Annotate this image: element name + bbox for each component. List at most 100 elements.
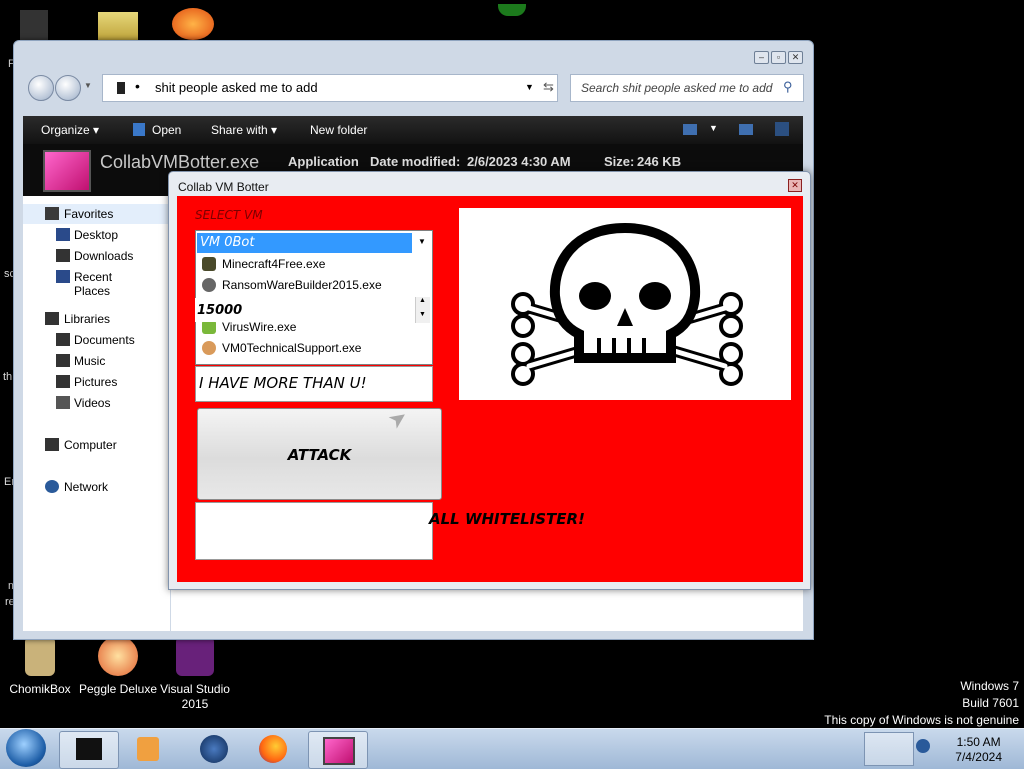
- explorer-icon: [76, 738, 102, 760]
- share-with-menu[interactable]: Share with ▾: [211, 123, 277, 137]
- desktop-icon-label: ChomikBox: [9, 682, 71, 696]
- change-view-icon[interactable]: [683, 124, 697, 135]
- skull-crossbones-image: [459, 208, 791, 400]
- details-type: Application: [288, 154, 359, 169]
- refresh-icon[interactable]: ⇆: [543, 79, 554, 95]
- media-player-icon: [137, 737, 159, 761]
- folder-icon: [117, 82, 125, 94]
- desktop-icon-chomikbox[interactable]: ChomikBox: [0, 636, 80, 697]
- vm-dropdown-arrow-icon[interactable]: ▼: [418, 237, 426, 246]
- tray-app-icon[interactable]: [864, 732, 914, 766]
- details-filename: CollabVMBotter.exe: [100, 152, 260, 172]
- whitelister-field[interactable]: [195, 502, 433, 560]
- list-scrollbar[interactable]: ▲ ▼: [415, 297, 430, 323]
- clock-date: 7/4/2024: [955, 750, 1002, 764]
- scroll-down-icon[interactable]: ▼: [419, 311, 426, 318]
- open-icon: [133, 123, 145, 136]
- visual-studio-icon: [176, 636, 214, 676]
- open-button[interactable]: Open: [152, 123, 181, 137]
- search-placeholder: Search shit people asked me to add: [581, 81, 773, 95]
- scroll-up-icon[interactable]: ▲: [419, 297, 426, 304]
- globe-icon: [200, 735, 228, 763]
- pictures-icon: [56, 375, 70, 388]
- address-bar[interactable]: • shit people asked me to add ▼ ⇆: [102, 74, 558, 102]
- maximize-button[interactable]: ▫: [771, 51, 786, 64]
- select-vm-label: SELECT VM: [195, 208, 263, 222]
- desktop-top-icon-3[interactable]: [172, 8, 214, 40]
- breadcrumb-separator-icon: •: [135, 78, 140, 94]
- network-icon: [45, 480, 59, 493]
- desktop-icon: [56, 228, 70, 241]
- downloads-icon: [56, 249, 70, 262]
- taskbar-firefox-button[interactable]: [245, 731, 303, 767]
- start-button[interactable]: [6, 729, 46, 767]
- desktop-icon-label: Visual Studio 2015: [160, 682, 230, 711]
- taskbar-collabvmbotter-button[interactable]: [308, 731, 368, 769]
- address-path: shit people asked me to add: [155, 80, 318, 95]
- address-dropdown-icon[interactable]: ▼: [525, 82, 534, 92]
- windows-watermark: Windows 7 Build 7601 This copy of Window…: [824, 678, 1019, 729]
- minecraft-icon: [202, 257, 216, 271]
- message-field[interactable]: I HAVE MORE THAN U!: [195, 366, 433, 402]
- details-size-label: Size:: [604, 154, 635, 169]
- search-icon[interactable]: ⚲: [783, 79, 793, 95]
- desktop-icon-label: Peggle Deluxe: [78, 682, 158, 696]
- desktop-top-icon-2[interactable]: [98, 12, 138, 40]
- details-size-value: 246 KB: [637, 154, 682, 169]
- libraries-icon: [45, 312, 59, 325]
- search-box[interactable]: Search shit people asked me to add ⚲: [570, 74, 804, 102]
- command-bar: Organize ▾ Open Share with ▾ New folder …: [23, 116, 803, 144]
- back-button[interactable]: [28, 75, 54, 101]
- whitelister-label: ALL WHITELISTER!: [429, 510, 585, 528]
- dialog-close-button[interactable]: ✕: [788, 179, 802, 192]
- documents-icon: [56, 333, 70, 346]
- peggle-icon: [98, 636, 138, 676]
- organize-menu[interactable]: Organize ▾: [41, 123, 99, 137]
- taskbar: 1:50 AM 7/4/2024: [0, 728, 1024, 769]
- count-field[interactable]: 15000: [195, 298, 415, 322]
- minimize-button[interactable]: –: [754, 51, 769, 64]
- desktop-icon-visual-studio[interactable]: Visual Studio 2015: [155, 636, 235, 712]
- watermark-line: This copy of Windows is not genuine: [824, 713, 1019, 727]
- forward-button[interactable]: [55, 75, 81, 101]
- support-person-icon: [202, 341, 216, 355]
- desktop-icon-peggle[interactable]: Peggle Deluxe: [78, 636, 158, 697]
- nav-item-favorites[interactable]: Favorites: [23, 204, 170, 224]
- taskbar-browser-button[interactable]: [184, 731, 242, 767]
- desktop-label-fragment: th: [3, 371, 13, 383]
- watermark-line: Windows 7: [960, 679, 1019, 693]
- firefox-icon: [259, 735, 287, 763]
- skull-crossbones-icon: [511, 222, 743, 386]
- taskbar-explorer-button[interactable]: [59, 731, 119, 769]
- watermark-line: Build 7601: [962, 696, 1019, 710]
- new-folder-button[interactable]: New folder: [310, 123, 367, 137]
- ransomware-icon: [202, 278, 216, 292]
- videos-icon: [56, 396, 70, 409]
- more-options-icon[interactable]: ▼: [709, 123, 718, 133]
- dialog-client-area: SELECT VM VM 0Bot ▼ Minecraft4Free.exe R…: [177, 196, 803, 582]
- favorites-icon: [45, 207, 59, 220]
- dialog-title: Collab VM Botter: [178, 180, 269, 194]
- viruswire-icon: [202, 320, 216, 334]
- taskbar-media-player-button[interactable]: [121, 731, 179, 767]
- collabvmbotter-icon: [323, 737, 355, 765]
- clock-time: 1:50 AM: [956, 735, 1001, 749]
- music-icon: [56, 354, 70, 367]
- desktop-top-icon-1[interactable]: [20, 10, 48, 40]
- recent-pages-dropdown-icon[interactable]: ▼: [84, 81, 92, 90]
- chomikbox-icon: [25, 636, 55, 676]
- details-date-label: Date modified:: [370, 154, 461, 169]
- close-button[interactable]: ✕: [788, 51, 803, 64]
- collab-vm-botter-dialog: Collab VM Botter ✕ SELECT VM VM 0Bot ▼ M…: [168, 171, 811, 590]
- preview-pane-icon[interactable]: [739, 124, 753, 135]
- recent-places-icon: [56, 270, 70, 283]
- clock[interactable]: 1:50 AM 7/4/2024: [955, 735, 1002, 765]
- file-thumbnail-icon: [43, 150, 91, 192]
- network-tray-icon[interactable]: [916, 739, 930, 753]
- selected-vm-item[interactable]: VM 0Bot: [197, 233, 412, 253]
- computer-icon: [45, 438, 59, 451]
- help-icon[interactable]: [775, 122, 789, 136]
- monitor-bezel-indicator: [498, 4, 526, 16]
- navigation-pane: Favorites Desktop Downloads Recent Place…: [23, 196, 170, 631]
- details-date-value: 2/6/2023 4:30 AM: [467, 154, 571, 169]
